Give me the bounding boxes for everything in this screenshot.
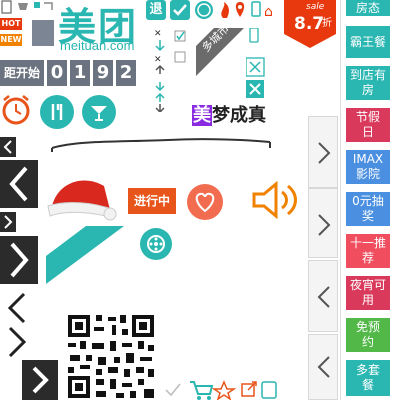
bottom-icon-row [165,380,277,400]
small-arrows-column: ✕ ✕ [154,29,165,112]
next-dark-button[interactable] [22,360,58,400]
clock-icon [2,95,30,125]
countdown-digit: 9 [93,60,114,86]
heart-icon[interactable] [187,184,223,220]
sidebar-item-jiejiari[interactable]: 节假日 [346,108,390,142]
house-icon: ⌂ [264,4,273,20]
next-small-button[interactable] [0,212,16,232]
save-icon [261,381,277,399]
santa-hat-icon [47,180,117,221]
slide-next-button[interactable] [308,116,338,188]
slide-next-button-2[interactable] [308,188,338,258]
grid-mini-icon [34,2,40,8]
sidebar-item-imax[interactable]: IMAX影院 [346,150,390,184]
prev-large-button[interactable] [0,160,38,208]
flame-icon [221,2,229,18]
next-large-button[interactable] [0,236,38,284]
coupon-icon [195,1,213,19]
dream-first-char: 美 [192,105,212,126]
phone-icon [251,1,261,17]
sale-word: sale [306,2,325,12]
close-box-column [246,28,265,98]
sidebar-item-yexiao[interactable]: 夜宵可用 [346,276,390,310]
sidebar-item-lottery[interactable]: 0元抽奖 [346,192,390,226]
countdown: 距开始 0 1 9 2 [0,59,137,87]
countdown-digit: 0 [47,60,68,86]
clipboard-icon [1,0,12,14]
dream-rest: 梦成真 [212,105,266,126]
sale-unit: 折 [322,18,332,29]
utensils-icon [40,95,74,129]
new-badge: NEW [0,34,22,46]
sidebar-item-fangtai[interactable]: 房态 [346,0,390,16]
countdown-digit: 2 [116,60,137,86]
chevron-outline-pair[interactable] [0,290,38,360]
cocktail-icon [82,95,116,129]
sidebar-item-daodian[interactable]: 到店有房 [346,66,390,100]
top-right-icons: ⌂ [221,1,273,20]
arrow-mini-icon [44,2,53,10]
sidebar-item-duotaocan[interactable]: 多套餐 [346,360,390,396]
column-divider [340,0,341,400]
brush-divider [51,138,271,152]
cart-icon [190,381,214,400]
checkbox-pair[interactable] [174,30,188,66]
meituan-domain: meituan.com [60,38,135,53]
refund-icon: 退 [146,0,166,20]
sprite-sheet: HOT NEW 美团 meituan.com 退 ⌂ sale 8.7 折 ✕ … [0,0,400,400]
top-mini-icons [1,0,53,14]
sale-value: 8.7 [294,14,325,34]
qr-code [66,313,156,400]
film-reel-icon [140,228,172,260]
check-outline-icon [165,383,181,397]
slide-prev-button-2[interactable] [308,334,338,400]
star-icon [211,380,237,400]
svg-text:✕: ✕ [154,55,162,65]
sidebar-item-mianyuyue[interactable]: 免预约 [346,318,390,352]
placeholder-block [32,20,54,46]
external-link-icon [241,381,257,397]
sidebar-item-bawang[interactable]: 霸王餐 [346,26,390,58]
svg-text:✕: ✕ [154,29,162,39]
slide-prev-button[interactable] [308,260,338,332]
location-pin-icon [235,2,245,17]
countdown-label: 距开始 [0,60,45,86]
in-progress-badge: 进行中 [128,188,176,214]
sidebar-item-shiyi[interactable]: 十一推荐 [346,234,390,268]
prev-small-button[interactable] [0,137,16,157]
speaker-icon[interactable] [250,180,300,220]
countdown-digit: 1 [70,60,91,86]
hot-badge: HOT [0,18,22,30]
check-square-icon [170,0,190,20]
dream-slogan: 美梦成真 [192,101,266,127]
cart-mini-icon [18,3,28,10]
